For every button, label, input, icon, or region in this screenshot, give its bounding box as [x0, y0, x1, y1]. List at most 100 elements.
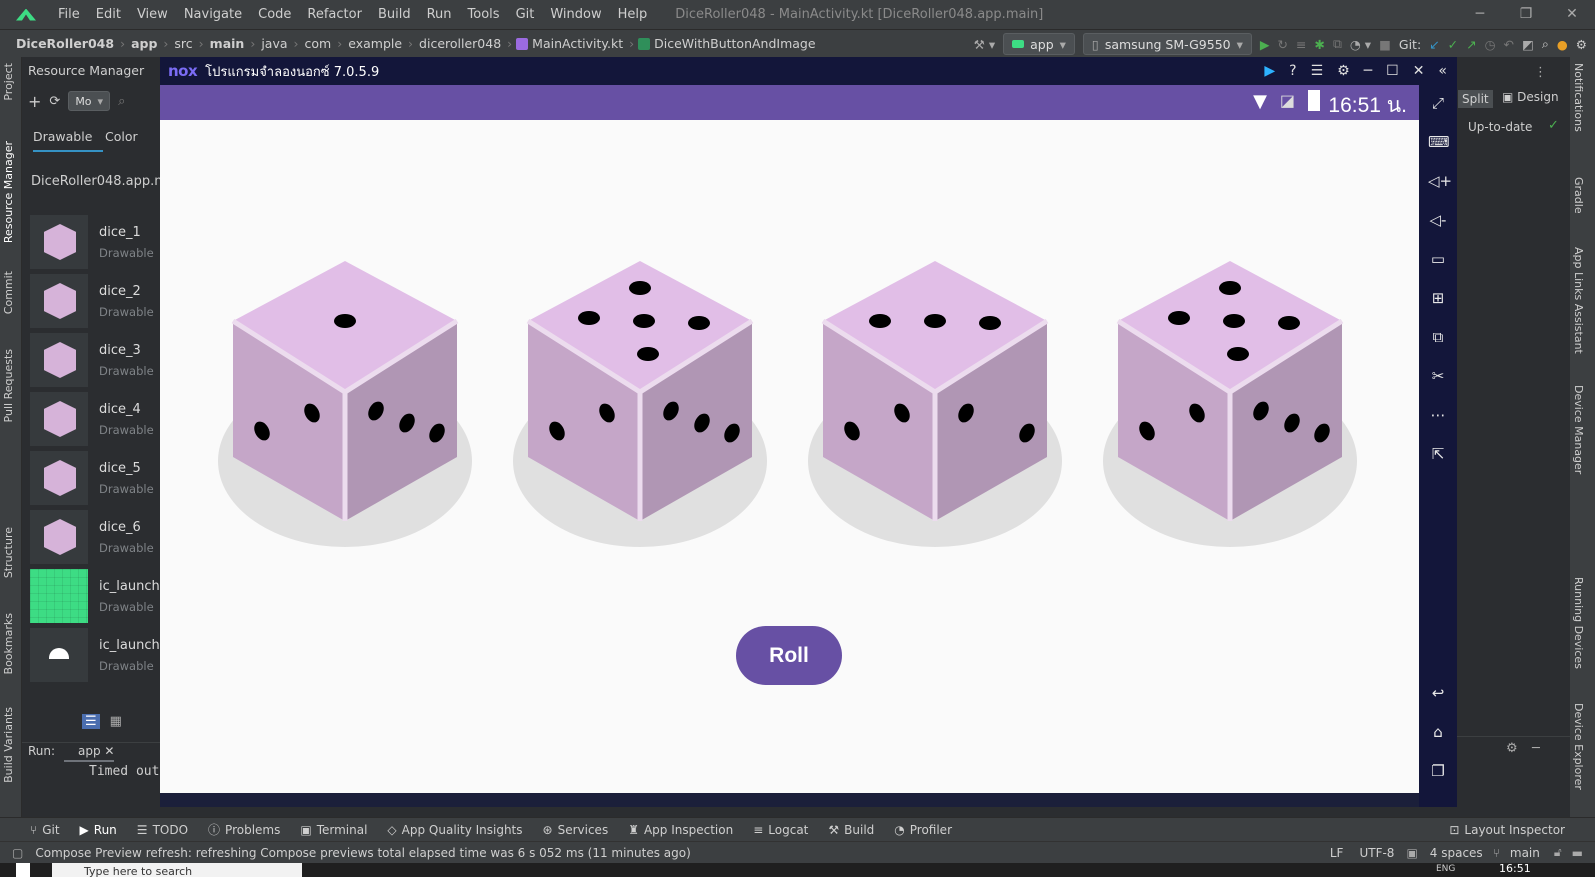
breadcrumb-project[interactable]: DiceRoller048 — [12, 36, 118, 51]
git-push-icon[interactable]: ↗ — [1466, 37, 1476, 52]
minimize-icon[interactable]: ─ — [1364, 63, 1372, 79]
filter-search-icon[interactable]: ⌕ — [118, 94, 125, 109]
device-mirror-icon[interactable]: ◩ — [1522, 37, 1534, 52]
tab-terminal[interactable]: ▣ Terminal — [290, 823, 377, 837]
input-language[interactable]: ENG — [1436, 864, 1455, 874]
more-options-icon[interactable]: ⋮ — [1534, 65, 1547, 80]
close-icon[interactable]: ✕ — [1413, 63, 1425, 79]
menu-view[interactable]: View — [129, 0, 176, 29]
resource-item-dice-4[interactable]: dice_4 Drawable — [30, 392, 162, 448]
tab-logcat[interactable]: ≡ Logcat — [743, 823, 818, 837]
run-icon[interactable]: ▶ — [1260, 37, 1270, 52]
tool-commit[interactable]: Commit — [2, 271, 15, 314]
device-select[interactable]: ▯ samsung SM-G9550 ▾ — [1082, 33, 1252, 55]
help-icon[interactable]: ? — [1289, 63, 1296, 79]
start-icon[interactable] — [16, 863, 30, 877]
tool-app-links[interactable]: App Links Assistant — [1572, 247, 1585, 354]
breadcrumb-file[interactable]: MainActivity.kt — [528, 36, 627, 51]
collapse-sidebar-icon[interactable]: « — [1438, 63, 1447, 79]
share-icon[interactable]: ⇱ — [1428, 444, 1448, 464]
menu-window[interactable]: Window — [542, 0, 609, 29]
git-rollback-icon[interactable]: ↶ — [1504, 37, 1514, 52]
home-icon[interactable]: ⌂ — [1428, 722, 1448, 742]
run-hide-icon[interactable]: ─ — [1532, 741, 1540, 756]
menu-code[interactable]: Code — [250, 0, 299, 29]
tool-structure[interactable]: Structure — [2, 527, 15, 578]
debug-icon[interactable]: ✱ — [1315, 37, 1325, 52]
resource-item-ic-launcher-background[interactable]: ic_launche Drawable — [30, 569, 168, 625]
stop-icon[interactable]: ■ — [1379, 37, 1391, 52]
breadcrumb-java[interactable]: java — [257, 36, 291, 51]
hammer-icon[interactable]: ⚒ ▾ — [974, 37, 995, 52]
list-view-icon[interactable]: ☰ — [82, 714, 100, 729]
run-settings-icon[interactable]: ⚙ — [1506, 741, 1518, 756]
resource-item-dice-1[interactable]: dice_1 Drawable — [30, 215, 162, 271]
tool-gradle[interactable]: Gradle — [1572, 177, 1585, 214]
readonly-lock-icon[interactable]: 🔓︎ — [1548, 845, 1568, 860]
apply-changes-icon[interactable]: ≡ — [1296, 37, 1306, 52]
tab-problems[interactable]: ⓘ Problems — [198, 821, 290, 838]
minimize-icon[interactable]: ─ — [1457, 0, 1503, 29]
update-icon[interactable]: ● — [1557, 37, 1568, 52]
search-icon[interactable]: ⌕ — [1542, 36, 1549, 52]
memory-icon[interactable]: ▬ — [1568, 846, 1595, 860]
breadcrumb-app[interactable]: app — [127, 36, 161, 51]
roll-button[interactable]: Roll — [736, 626, 842, 685]
breadcrumb-function[interactable]: DiceWithButtonAndImage — [650, 36, 819, 51]
breadcrumb-example[interactable]: example — [344, 36, 406, 51]
tool-project[interactable]: Project — [2, 63, 15, 101]
git-commit-icon[interactable]: ✓ — [1448, 37, 1458, 52]
tool-resource-manager[interactable]: Resource Manager — [2, 141, 15, 243]
tab-drawable[interactable]: Drawable — [33, 129, 103, 152]
add-icon[interactable]: + — [28, 92, 41, 111]
resource-item-ic-launcher-foreground[interactable]: ic_launche Drawable — [30, 628, 168, 684]
run-tab-app[interactable]: app ✕ — [64, 744, 115, 762]
menu-run[interactable]: Run — [419, 0, 460, 29]
rerun-icon[interactable]: ↻ — [1278, 37, 1288, 52]
attach-debugger-icon[interactable]: ⧉ — [1333, 36, 1342, 52]
refresh-icon[interactable]: ⟳ — [49, 94, 60, 109]
tab-build[interactable]: ⚒ Build — [818, 823, 884, 837]
tool-bookmarks[interactable]: Bookmarks — [2, 613, 15, 674]
git-branch[interactable]: main — [1502, 846, 1548, 860]
menu-navigate[interactable]: Navigate — [176, 0, 250, 29]
file-encoding[interactable]: UTF-8 — [1351, 846, 1402, 860]
menu-build[interactable]: Build — [370, 0, 419, 29]
keyboard-icon[interactable]: ⌨ — [1428, 132, 1450, 152]
tool-device-manager[interactable]: Device Manager — [1572, 385, 1585, 474]
back-icon[interactable]: ↩ — [1428, 683, 1448, 703]
menu-edit[interactable]: Edit — [88, 0, 129, 29]
indent-setting[interactable]: 4 spaces — [1422, 846, 1491, 860]
tab-color[interactable]: Color — [105, 129, 138, 144]
settings-icon[interactable]: ⚙ — [1337, 63, 1350, 79]
tab-run[interactable]: ▶ Run — [70, 823, 127, 837]
git-update-icon[interactable]: ↙ — [1429, 37, 1439, 52]
tab-services[interactable]: ⊛ Services — [533, 823, 619, 837]
menu-help[interactable]: Help — [610, 0, 656, 29]
fullscreen-icon[interactable]: ⤢ — [1428, 93, 1448, 113]
menu-icon[interactable]: ☰ — [1311, 63, 1324, 79]
recent-apps-icon[interactable]: ❐ — [1428, 761, 1448, 781]
design-view-button[interactable]: ▣ Design — [1502, 90, 1559, 104]
restore-icon[interactable]: ❐ — [1503, 0, 1549, 29]
module-select[interactable]: Mo ▾ — [68, 91, 111, 111]
menu-git[interactable]: Git — [508, 0, 543, 29]
profile-icon[interactable]: ◔ ▾ — [1350, 37, 1371, 52]
git-history-icon[interactable]: ◷ — [1485, 37, 1496, 52]
resource-item-dice-3[interactable]: dice_3 Drawable — [30, 333, 162, 389]
menu-tools[interactable]: Tools — [460, 0, 508, 29]
tab-git[interactable]: ⑂ Git — [0, 823, 70, 837]
status-toggle-icon[interactable]: ▢ — [12, 846, 23, 860]
breadcrumb-package[interactable]: diceroller048 — [415, 36, 505, 51]
resource-item-dice-2[interactable]: dice_2 Drawable — [30, 274, 162, 330]
multi-instance-icon[interactable]: ⧉ — [1428, 327, 1448, 347]
volume-up-icon[interactable]: ◁+ — [1428, 171, 1452, 191]
resource-item-dice-6[interactable]: dice_6 Drawable — [30, 510, 162, 566]
screen-icon[interactable]: ▭ — [1428, 249, 1448, 269]
breadcrumb-main[interactable]: main — [206, 36, 249, 51]
tool-build-variants[interactable]: Build Variants — [2, 707, 15, 783]
breadcrumb-com[interactable]: com — [301, 36, 336, 51]
scissors-icon[interactable]: ✂ — [1428, 366, 1448, 386]
tab-profiler[interactable]: ◔ Profiler — [884, 823, 962, 837]
taskbar-search[interactable]: Type here to search — [52, 863, 302, 877]
